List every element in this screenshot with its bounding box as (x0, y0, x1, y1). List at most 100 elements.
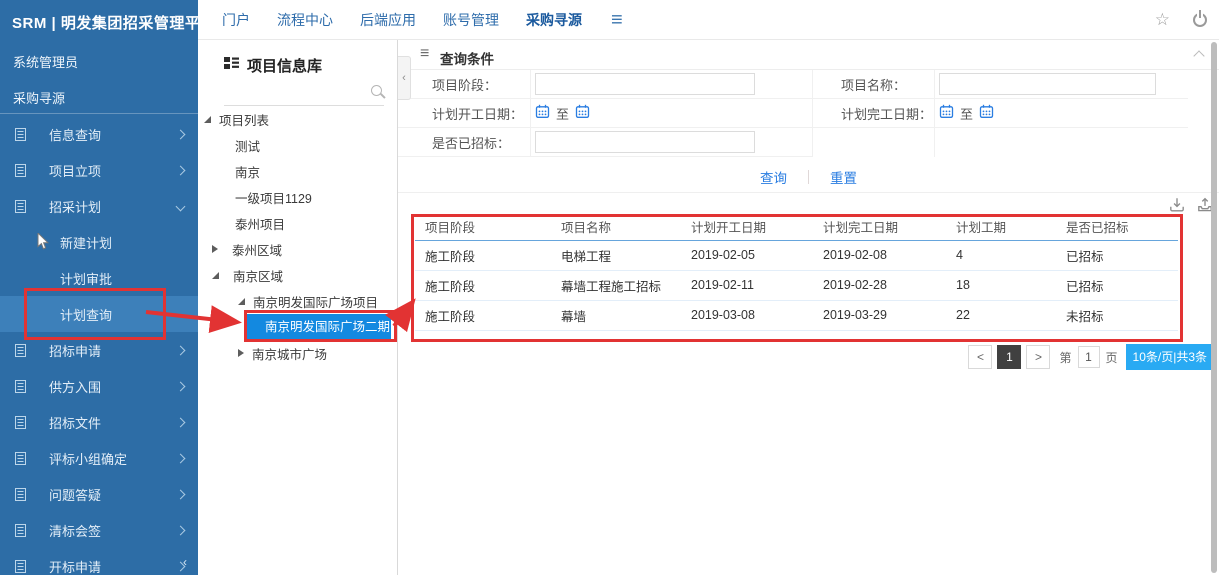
calendar-icon[interactable] (939, 104, 954, 122)
tree-panel-collapse-tab[interactable]: ‹ (398, 56, 411, 100)
sidebar-item-label: 清标会签 (49, 521, 177, 540)
cell-name: 幕墙 (551, 300, 681, 330)
cell-stage: 施工阶段 (415, 300, 551, 330)
tree-node-mingfa-intl-plaza-project[interactable]: 南京明发国际广场项目 (198, 288, 398, 314)
tree-search-input[interactable] (224, 80, 384, 104)
cell-end: 2019-02-28 (813, 270, 946, 300)
col-header-end[interactable]: 计划完工日期 (813, 214, 946, 240)
nav-item-account-management[interactable]: 账号管理 (443, 10, 499, 30)
tree-node-label: 南京区域 (233, 266, 283, 285)
srm-app-window: SRM | 明发集团招采管理平台 系统管理员 采购寻源 信息查询 项目立项 招采… (0, 0, 1219, 575)
tree-node-level1-project-1129[interactable]: 一级项目1129 (198, 184, 398, 210)
tree-collapsed-icon[interactable] (212, 245, 218, 253)
plan-end-date-label: 计划完工日期： (812, 99, 935, 128)
vertical-scrollbar[interactable] (1211, 42, 1217, 573)
sidebar-item-bid-documents[interactable]: 招标文件 (0, 404, 198, 440)
sidebar-subitem-new-plan[interactable]: 新建计划 (0, 224, 198, 260)
tree-node-test[interactable]: 测试 (198, 132, 398, 158)
tree-node-project-list[interactable]: 项目列表 (198, 106, 398, 132)
sidebar-item-question-answer[interactable]: 问题答疑 (0, 476, 198, 512)
cell-status-tendered[interactable]: 已招标 (1056, 270, 1178, 300)
col-header-duration[interactable]: 计划工期 (946, 214, 1056, 240)
download-icon[interactable] (1168, 196, 1186, 214)
sidebar-item-supplier-shortlist[interactable]: 供方入围 (0, 368, 198, 404)
tendered-input[interactable] (535, 131, 755, 153)
cell-end: 2019-02-08 (813, 240, 946, 270)
col-header-stage[interactable]: 项目阶段 (415, 214, 551, 240)
tree-node-label-selected[interactable]: 南京明发国际广场二期 (246, 314, 391, 340)
tree-node-nanjing-region[interactable]: 南京区域 (198, 262, 398, 288)
project-stage-input[interactable] (535, 73, 755, 95)
sidebar-collapse-icon[interactable]: ‹ (183, 555, 187, 569)
tree-collapsed-icon[interactable] (238, 349, 244, 357)
chevron-right-icon (176, 129, 186, 139)
cell-start: 2019-03-08 (681, 300, 813, 330)
tree-expanded-icon[interactable] (212, 272, 219, 279)
page-jump-input[interactable] (1078, 346, 1100, 368)
sidebar-item-label: 招采计划 (49, 197, 177, 216)
col-header-start[interactable]: 计划开工日期 (681, 214, 813, 240)
current-page-button[interactable]: 1 (997, 345, 1021, 369)
form-icon (13, 415, 28, 430)
cell-name: 电梯工程 (551, 240, 681, 270)
project-stage-label: 项目阶段： (398, 70, 531, 99)
calendar-icon[interactable] (979, 104, 994, 122)
nav-item-process-center[interactable]: 流程中心 (277, 10, 333, 30)
tree-node-label: 一级项目1129 (235, 188, 312, 207)
table-row[interactable]: 施工阶段 幕墙工程施工招标 2019-02-11 2019-02-28 18 已… (415, 270, 1178, 300)
sidebar-item-bidding-plan[interactable]: 招采计划 (0, 188, 198, 224)
table-row[interactable]: 施工阶段 电梯工程 2019-02-05 2019-02-08 4 已招标 (415, 240, 1178, 270)
sidebar-divider (0, 113, 198, 114)
tree-node-label: 南京 (235, 162, 260, 181)
tree-node-mingfa-intl-plaza-phase2[interactable]: 南京明发国际广场二期 (198, 314, 398, 340)
sidebar-item-evaluation-team[interactable]: 评标小组确定 (0, 440, 198, 476)
table-row[interactable]: 施工阶段 幕墙 2019-03-08 2019-03-29 22 未招标 (415, 300, 1178, 330)
sidebar-subitem-plan-query[interactable]: 计划查询 (0, 296, 198, 332)
sidebar-item-bid-clarification-signoff[interactable]: 清标会签 (0, 512, 198, 548)
collapse-up-icon[interactable] (1193, 50, 1204, 61)
project-library-title: 项目信息库 (247, 55, 322, 76)
nav-item-portal[interactable]: 门户 (222, 10, 250, 30)
logout-power-icon[interactable] (1193, 13, 1207, 27)
favorite-star-icon[interactable]: ☆ (1155, 10, 1170, 30)
tree-node-taizhou-project[interactable]: 泰州项目 (198, 210, 398, 236)
search-button[interactable]: 查询 (760, 167, 787, 187)
cell-status-not-tendered[interactable]: 未招标 (1056, 300, 1178, 330)
col-header-name[interactable]: 项目名称 (551, 214, 681, 240)
date-range-to-label: 至 (960, 104, 973, 123)
sidebar-item-label: 信息查询 (49, 125, 177, 144)
tree-node-nanjing-city-plaza[interactable]: 南京城市广场 (198, 340, 398, 366)
sidebar-subitem-plan-approval[interactable]: 计划审批 (0, 260, 198, 296)
sidebar-item-bid-opening-application[interactable]: 开标申请 (0, 548, 198, 575)
chevron-right-icon (176, 489, 186, 499)
top-nav: 门户 流程中心 后端应用 账号管理 采购寻源 ≡ ☆ (198, 0, 1219, 40)
sidebar-item-label: 项目立项 (49, 161, 177, 180)
cell-end: 2019-03-29 (813, 300, 946, 330)
prev-page-button[interactable]: < (968, 345, 992, 369)
search-icon[interactable] (371, 85, 382, 96)
next-page-button[interactable]: > (1026, 345, 1050, 369)
form-icon (13, 127, 28, 142)
calendar-icon[interactable] (535, 104, 550, 122)
reset-button[interactable]: 重置 (830, 167, 857, 187)
sidebar-item-info-query[interactable]: 信息查询 (0, 116, 198, 152)
hamburger-menu-icon[interactable]: ≡ (611, 10, 623, 30)
chevron-down-icon (176, 201, 186, 211)
sidebar-item-project-initiation[interactable]: 项目立项 (0, 152, 198, 188)
tree-node-taizhou-region[interactable]: 泰州区域 (198, 236, 398, 262)
empty-cell (812, 128, 935, 157)
nav-item-procurement-sourcing[interactable]: 采购寻源 (526, 10, 582, 30)
tree-node-nanjing[interactable]: 南京 (198, 158, 398, 184)
form-icon (13, 199, 28, 214)
project-name-input[interactable] (939, 73, 1156, 95)
cell-status-tendered[interactable]: 已招标 (1056, 240, 1178, 270)
calendar-icon[interactable] (575, 104, 590, 122)
page-size-summary-badge[interactable]: 10条/页|共3条 (1126, 344, 1214, 370)
nav-item-backend-apps[interactable]: 后端应用 (360, 10, 416, 30)
sidebar-item-bid-application[interactable]: 招标申请 (0, 332, 198, 368)
tree-node-label: 项目列表 (219, 110, 269, 129)
tree-expanded-icon[interactable] (204, 116, 211, 123)
tree-node-label: 南京明发国际广场项目 (253, 292, 378, 311)
col-header-tendered[interactable]: 是否已招标 (1056, 214, 1178, 240)
tree-expanded-icon[interactable] (238, 298, 245, 305)
